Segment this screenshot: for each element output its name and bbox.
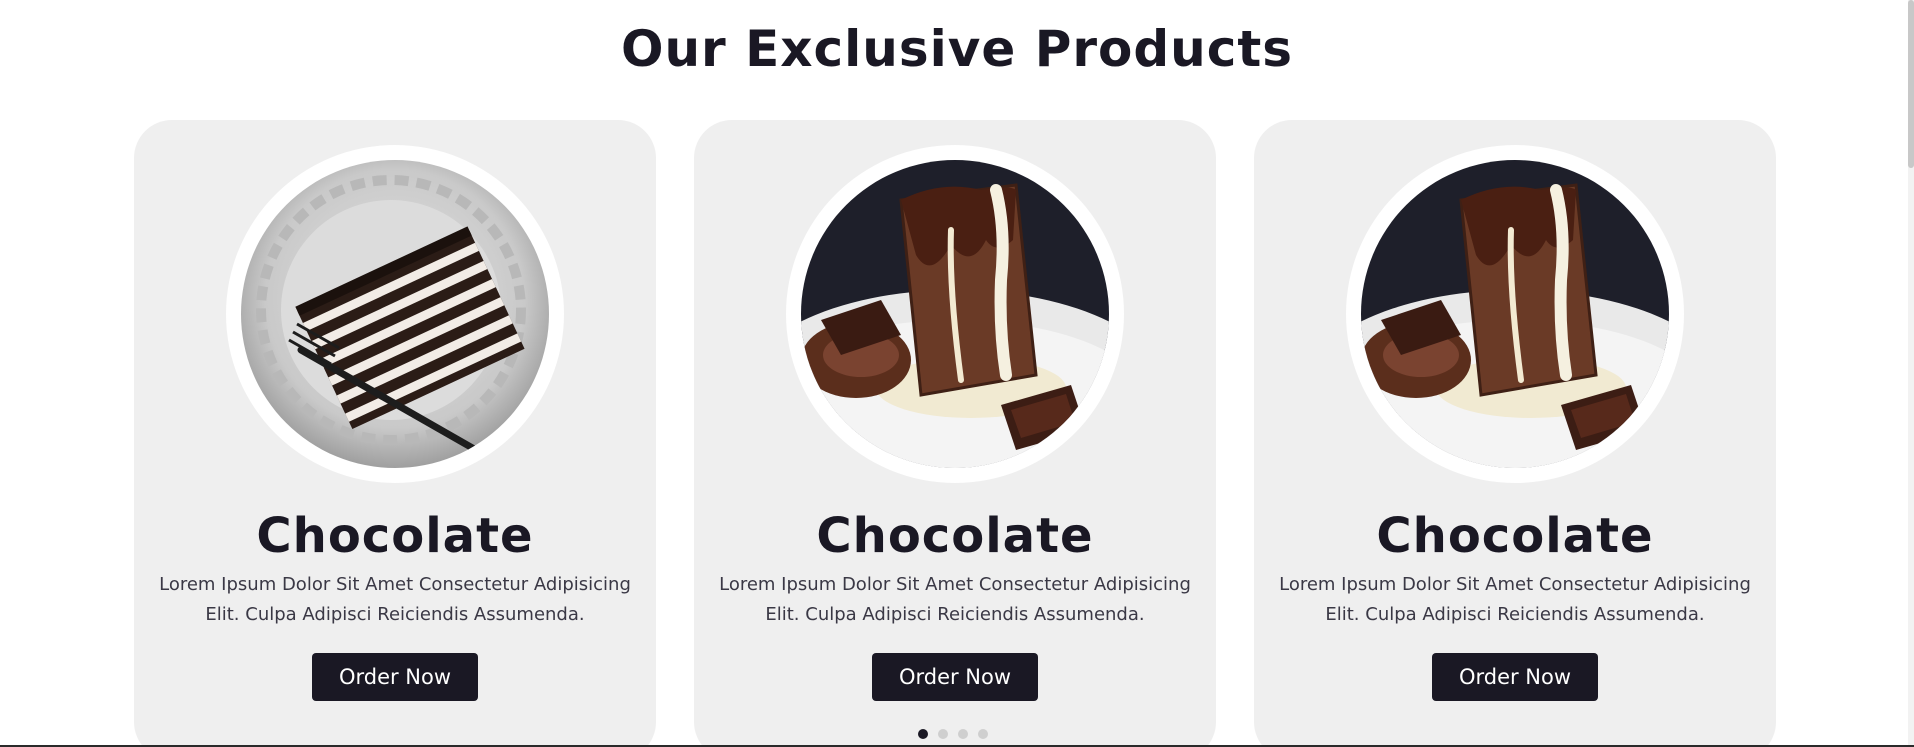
- product-image-frame: [1346, 145, 1684, 483]
- scrollbar-thumb[interactable]: [1908, 0, 1914, 168]
- pagination-dot-2[interactable]: [938, 729, 948, 739]
- vertical-scrollbar[interactable]: [1908, 0, 1914, 747]
- product-title: Chocolate: [1376, 508, 1654, 564]
- product-card: Chocolate Lorem Ipsum Dolor Sit Amet Con…: [134, 120, 656, 747]
- product-image-frame: [786, 145, 1124, 483]
- order-now-button[interactable]: Order Now: [312, 653, 478, 701]
- product-card: Chocolate Lorem Ipsum Dolor Sit Amet Con…: [1254, 120, 1776, 747]
- product-image-frame: [226, 145, 564, 483]
- order-now-button[interactable]: Order Now: [872, 653, 1038, 701]
- pagination-dot-3[interactable]: [958, 729, 968, 739]
- products-section: Our Exclusive Products Chocolate Lorem I…: [0, 0, 1914, 747]
- pagination-dot-4[interactable]: [978, 729, 988, 739]
- lava-cake-image: [801, 160, 1109, 468]
- section-title: Our Exclusive Products: [620, 20, 1294, 78]
- order-now-button[interactable]: Order Now: [1432, 653, 1598, 701]
- product-title: Chocolate: [256, 508, 534, 564]
- product-description: Lorem Ipsum Dolor Sit Amet Consectetur A…: [1279, 574, 1751, 625]
- product-description: Lorem Ipsum Dolor Sit Amet Consectetur A…: [719, 574, 1191, 625]
- lava-cake-image: [1361, 160, 1669, 468]
- product-description: Lorem Ipsum Dolor Sit Amet Consectetur A…: [159, 574, 631, 625]
- product-title: Chocolate: [816, 508, 1094, 564]
- carousel-pagination: [918, 729, 988, 739]
- product-card: Chocolate Lorem Ipsum Dolor Sit Amet Con…: [694, 120, 1216, 747]
- chocolate-cake-slice-image: [241, 160, 549, 468]
- pagination-dot-1[interactable]: [918, 729, 928, 739]
